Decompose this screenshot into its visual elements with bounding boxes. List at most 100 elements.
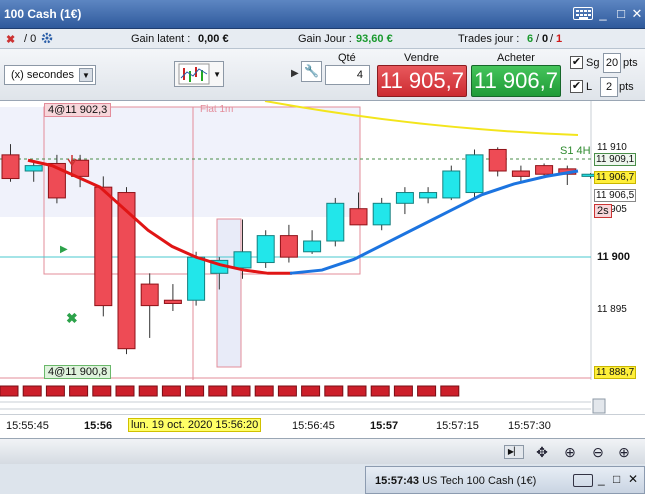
stop-label: Sg <box>586 57 600 69</box>
candle[interactable] <box>488 148 507 172</box>
limit-label: L <box>586 81 593 93</box>
bid-price-label: 11 906,5 <box>594 189 637 202</box>
candle[interactable] <box>279 235 298 258</box>
candle[interactable] <box>24 165 43 172</box>
s1-level-label: S1 4H <box>560 145 591 157</box>
close-button[interactable]: ✕ <box>628 6 645 22</box>
time-tick: 15:57:30 <box>508 420 551 432</box>
minimize-button[interactable]: _ <box>598 472 605 486</box>
buy-label: Acheter <box>497 52 535 64</box>
chevron-down-icon[interactable]: ▼ <box>79 68 93 82</box>
trades-lost: 1 <box>556 33 563 45</box>
settings-gear-icon[interactable] <box>40 31 56 48</box>
candle[interactable] <box>256 235 275 264</box>
candle[interactable] <box>303 240 322 253</box>
cross-marker-icon: ✖ <box>66 310 78 326</box>
sell-button[interactable]: 11 905,7 <box>377 65 467 97</box>
close-all-icon[interactable]: ✖ <box>6 33 15 46</box>
play-arrow-icon[interactable]: ▶ <box>291 68 299 79</box>
latent-gain-value: 0,00 € <box>198 33 229 45</box>
day-gain-value: 93,60 € <box>356 33 393 45</box>
sell-label: Vendre <box>404 52 439 64</box>
quantity-field[interactable]: 4 <box>325 65 370 85</box>
chart-type-button[interactable]: ▼ <box>174 61 224 87</box>
volume-bar <box>370 385 390 397</box>
time-tick: 15:57 <box>370 420 399 432</box>
candle[interactable] <box>372 202 391 226</box>
limit-checkbox[interactable]: ✔ <box>570 80 583 93</box>
secondary-window-title: 15:57:43 US Tech 100 Cash (1€) <box>375 475 537 487</box>
flat-range-label: Flat 1m <box>200 104 234 115</box>
candle[interactable] <box>187 256 206 301</box>
flat-range-zone <box>0 107 360 217</box>
day-gain-label: Gain Jour : <box>298 33 352 45</box>
candle[interactable] <box>233 251 252 269</box>
volume-bar <box>138 385 158 397</box>
price-tick: 11 895 <box>597 304 627 315</box>
limit-points-field[interactable]: 2 <box>600 77 618 97</box>
wrench-icon[interactable]: 🔧 <box>301 61 322 82</box>
candle[interactable] <box>419 192 438 199</box>
keyboard-icon[interactable] <box>573 474 593 487</box>
minimize-button[interactable]: _ <box>594 6 612 22</box>
chart-type-icon <box>178 63 210 85</box>
order-tag-top[interactable]: 4@11 902,3 <box>44 103 112 117</box>
volume-bar <box>185 385 205 397</box>
price-tick: 11 900 <box>597 251 631 263</box>
time-tick: 15:56 <box>84 420 113 432</box>
window-title: 100 Cash (1€) <box>4 7 82 21</box>
scroll-right-icon[interactable]: ▶▏ <box>504 445 524 459</box>
candle[interactable] <box>465 154 484 194</box>
stop-points-field[interactable]: 20 <box>603 53 621 73</box>
cursor-time-label: lun. 19 oct. 2020 15:56:20 <box>128 418 262 432</box>
zoom-out-icon[interactable]: ⊖ <box>588 443 608 461</box>
candle[interactable] <box>326 202 345 242</box>
trades-separator: / <box>550 33 554 45</box>
zoom-fit-icon[interactable]: ⊕ <box>560 443 580 461</box>
account-status-bar: ✖ / 0 Gain latent : 0,00 € Gain Jour : 9… <box>0 29 645 49</box>
quantity-label: Qté <box>338 52 356 64</box>
volume-scroll-button[interactable] <box>592 398 606 414</box>
candle[interactable] <box>1 154 20 180</box>
candle[interactable] <box>163 299 182 304</box>
volume-bar <box>161 385 181 397</box>
candle[interactable] <box>442 170 461 199</box>
candle[interactable] <box>535 165 554 175</box>
period-select-value: (x) secondes <box>11 69 74 81</box>
volume-bar <box>115 385 135 397</box>
candle[interactable] <box>349 208 368 226</box>
candle[interactable] <box>395 192 414 204</box>
price-tick: 11 910 <box>597 142 627 153</box>
candle[interactable] <box>94 186 113 307</box>
candle[interactable] <box>511 170 530 177</box>
volume-bar <box>301 385 321 397</box>
ask-price-label: 11 906,7 <box>594 171 637 184</box>
zoom-in-icon[interactable]: ⊕ <box>614 443 634 461</box>
secondary-window-titlebar[interactable]: 15:57:43 US Tech 100 Cash (1€) _ □ ✕ <box>365 466 645 494</box>
move-cross-icon[interactable]: ✥ <box>532 443 552 461</box>
low-price-label: 11 888,7 <box>594 366 637 379</box>
order-tag-bottom[interactable]: 4@11 900,8 <box>44 365 112 379</box>
volume-bar <box>324 385 344 397</box>
volume-strip <box>0 380 645 414</box>
chevron-down-icon[interactable]: ▼ <box>213 70 221 79</box>
keyboard-icon[interactable] <box>573 7 593 20</box>
volume-bar <box>393 385 413 397</box>
stop-checkbox[interactable]: ✔ <box>570 56 583 69</box>
play-marker-icon: ▶ <box>60 244 68 255</box>
trades-neutral: 0 <box>542 33 549 45</box>
chart-toolbar: ▶▏ ✥ ⊕ ⊖ ⊕ <box>0 438 645 464</box>
buy-button[interactable]: 11 906,7 <box>471 65 561 97</box>
limit-unit: pts <box>619 81 634 93</box>
candle[interactable] <box>140 283 159 307</box>
price-chart[interactable]: ✖ ▶ 4@11 902,3 4@11 900,8 Flat 1m S1 4H … <box>0 101 645 411</box>
volume-bar <box>69 385 89 397</box>
volume-bar <box>440 385 460 397</box>
maximize-button[interactable]: □ <box>613 472 620 486</box>
period-select[interactable]: (x) secondes ▼ <box>4 65 96 85</box>
flat-range-projection <box>216 218 242 368</box>
time-tick: 15:56:45 <box>292 420 335 432</box>
trades-separator: / <box>536 33 540 45</box>
close-button[interactable]: ✕ <box>628 472 638 486</box>
time-tick: 15:55:45 <box>6 420 49 432</box>
